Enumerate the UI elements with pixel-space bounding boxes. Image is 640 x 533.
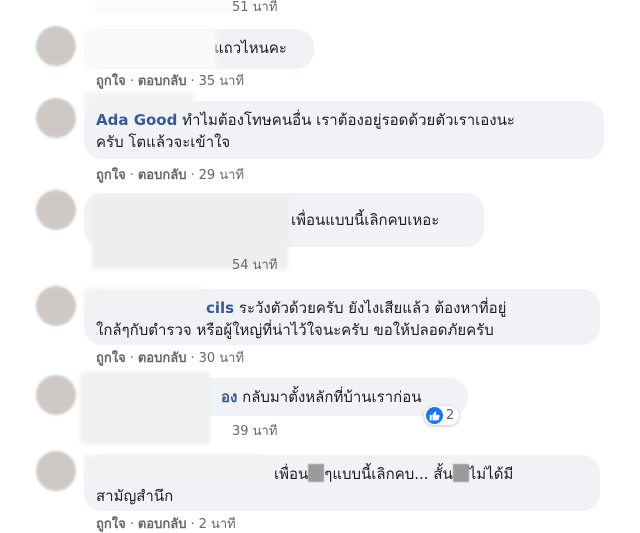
comment-text: ระวังตัวด้วยครับ ยังไงเสียแล้ว ต้องหาที่… [238,299,507,317]
comment-text: ๆแบบนี้เลิกคบ... สั้น [324,465,453,483]
comment-time: 35 นาที [198,74,245,89]
comment-actions: ถูกใจ · ตอบกลับ · 35 นาที [96,74,245,89]
comment-text: เพื่อนแบบนี้เลิกคบเหอะ [291,211,440,229]
comment-text: แถวไหนคะ [214,39,287,57]
comment-text: ไม่ได้มี [468,465,514,483]
reply-button[interactable]: ตอบกลับ [138,517,187,532]
blurred-region [84,92,194,112]
commenter-name[interactable]: cils [206,299,234,317]
like-reaction-icon [426,407,443,424]
comment-text: เพื่อน [274,465,309,483]
comment-text: ทำไมต้องโทษคนอื่น เราต้องอยู่รอดด้วยตัวเ… [182,111,515,129]
reply-button[interactable]: ตอบกลับ [138,168,187,183]
reaction-count[interactable]: 2 [424,406,460,425]
comment-time: 39 นาที [232,424,278,439]
comment-meta: 39 นาที [232,420,277,441]
comment-time: 51 นาที [232,0,278,15]
thumbs-up-icon [429,411,440,421]
comment-time: 29 นาที [198,168,245,183]
censor-block [308,464,325,482]
like-button[interactable]: ถูกใจ [96,168,126,183]
comment-text: กลับมาตั้งหลักที่บ้านเราก่อน [242,388,422,406]
reply-button[interactable]: ตอบกลับ [138,74,187,89]
comment-actions: ถูกใจ · ตอบกลับ · 29 นาที [96,168,245,183]
reply-button[interactable]: ตอบกลับ [138,351,187,366]
comment-text: สามัญสำนึก [96,487,174,505]
blurred-region [84,288,204,310]
like-button[interactable]: ถูกใจ [96,351,126,366]
comment-actions: ถูกใจ · ตอบกลับ · 2 นาที [96,517,236,532]
commenter-name[interactable]: อง [221,388,237,406]
blurred-region [96,0,236,14]
comment-meta: 51 นาที [232,0,277,17]
avatar[interactable] [36,375,76,415]
comment-text: ครับ โตแล้วจะเข้าใจ [96,133,231,151]
reaction-number: 2 [446,408,455,423]
comments-page: 51 นาที แถวไหนคะ ถูกใจ · ตอบกลับ · 35 นาที A… [0,0,640,533]
avatar[interactable] [36,451,76,491]
comment-text: ใกล้ๆกับตำรวจ หรือผู้ใหญ่ที่น่าไว้ใจนะคร… [96,321,494,339]
like-button[interactable]: ถูกใจ [96,74,126,89]
comment-time: 30 นาที [198,351,245,366]
comment-meta: 54 นาที [232,254,277,275]
comment-time: 2 นาที [198,517,236,532]
like-button[interactable]: ถูกใจ [96,517,126,532]
commenter-name[interactable]: Ada Good [96,111,177,129]
blurred-region [84,29,216,69]
avatar[interactable] [36,26,76,66]
avatar[interactable] [36,98,76,138]
blurred-region [80,372,210,444]
censor-block [452,464,469,482]
avatar[interactable] [36,286,76,326]
comment-time: 54 นาที [232,258,278,273]
avatar[interactable] [36,190,76,230]
comment-actions: ถูกใจ · ตอบกลับ · 30 นาที [96,351,245,366]
blurred-region [84,455,264,481]
